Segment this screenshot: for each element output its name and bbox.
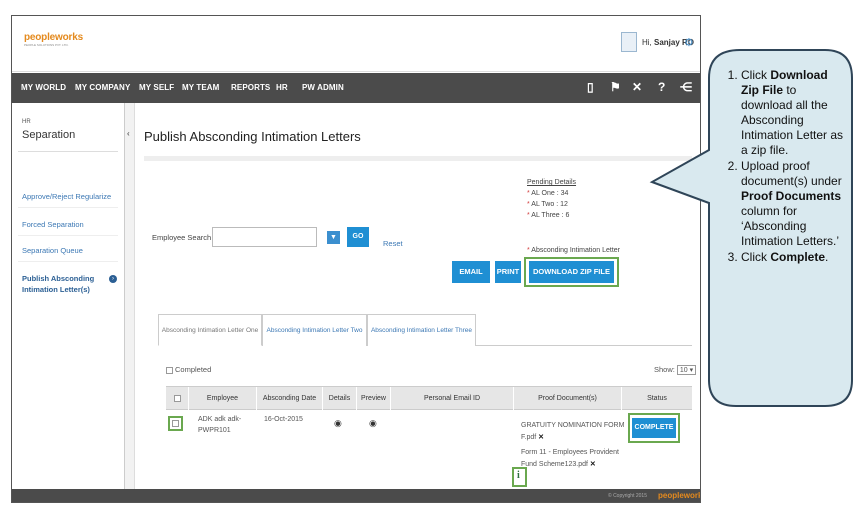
- instruction-step-1: Click Download Zip File to download all …: [741, 68, 847, 158]
- instruction-step-2: Upload proof document(s) under Proof Doc…: [741, 159, 847, 249]
- instruction-callout: Click Download Zip File to download all …: [717, 68, 847, 266]
- instruction-step-3: Click Complete.: [741, 250, 847, 265]
